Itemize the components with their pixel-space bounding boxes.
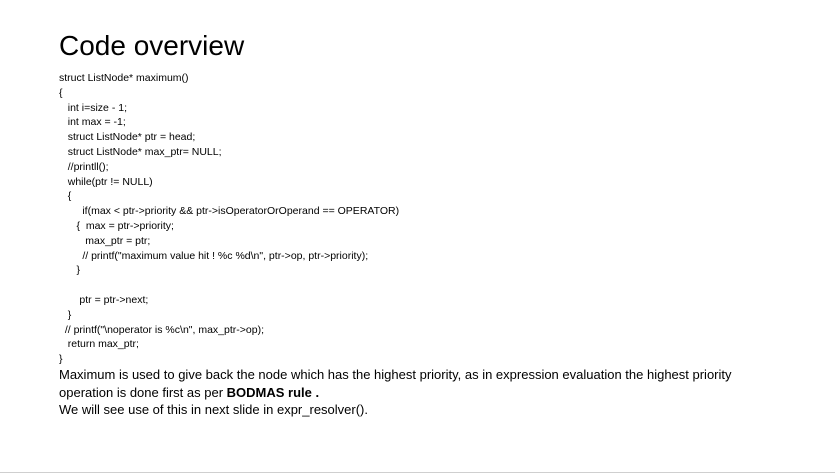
explanation-line-2: operation is done first as per BODMAS ru… [59, 384, 759, 402]
code-line: } [59, 353, 63, 366]
code-line: struct ListNode* maximum() [59, 72, 189, 84]
explanation-line-1: Maximum is used to give back the node wh… [59, 367, 732, 382]
code-line: } [59, 264, 81, 277]
slide: Code overview struct ListNode* maximum()… [0, 0, 835, 472]
code-line: // printf("maximum value hit ! %c %d\n",… [59, 249, 369, 262]
code-line: ptr = ptr->next; [59, 293, 149, 306]
code-line: struct ListNode* ptr = head; [59, 131, 196, 144]
code-line: struct ListNode* max_ptr= NULL; [59, 145, 222, 158]
code-line: int max = -1; [59, 116, 126, 129]
code-line: { [59, 190, 72, 203]
code-line: while(ptr != NULL) [59, 175, 153, 188]
code-line: { max = ptr->priority; [59, 219, 174, 232]
code-block: struct ListNode* maximum() { int i=size -… [59, 71, 399, 367]
slide-title: Code overview [59, 30, 245, 61]
code-line: int i=size - 1; [59, 101, 127, 114]
code-line: //printll(); [59, 160, 109, 173]
explanation-line-2-text: operation is done first as per [59, 384, 227, 400]
code-line: // printf("\noperator is %c\n", max_ptr-… [59, 323, 264, 336]
explanation-text: Maximum is used to give back the node wh… [59, 366, 759, 419]
code-line: return max_ptr; [59, 338, 139, 351]
explanation-line-3: We will see use of this in next slide in… [59, 402, 368, 417]
code-line: { [59, 86, 63, 99]
slide-bottom-border [0, 472, 835, 473]
code-line: } [59, 308, 72, 321]
code-line: max_ptr = ptr; [59, 234, 151, 247]
code-line: if(max < ptr->priority && ptr->isOperato… [59, 205, 400, 218]
bodmas-rule-bold: BODMAS rule . [226, 384, 320, 400]
